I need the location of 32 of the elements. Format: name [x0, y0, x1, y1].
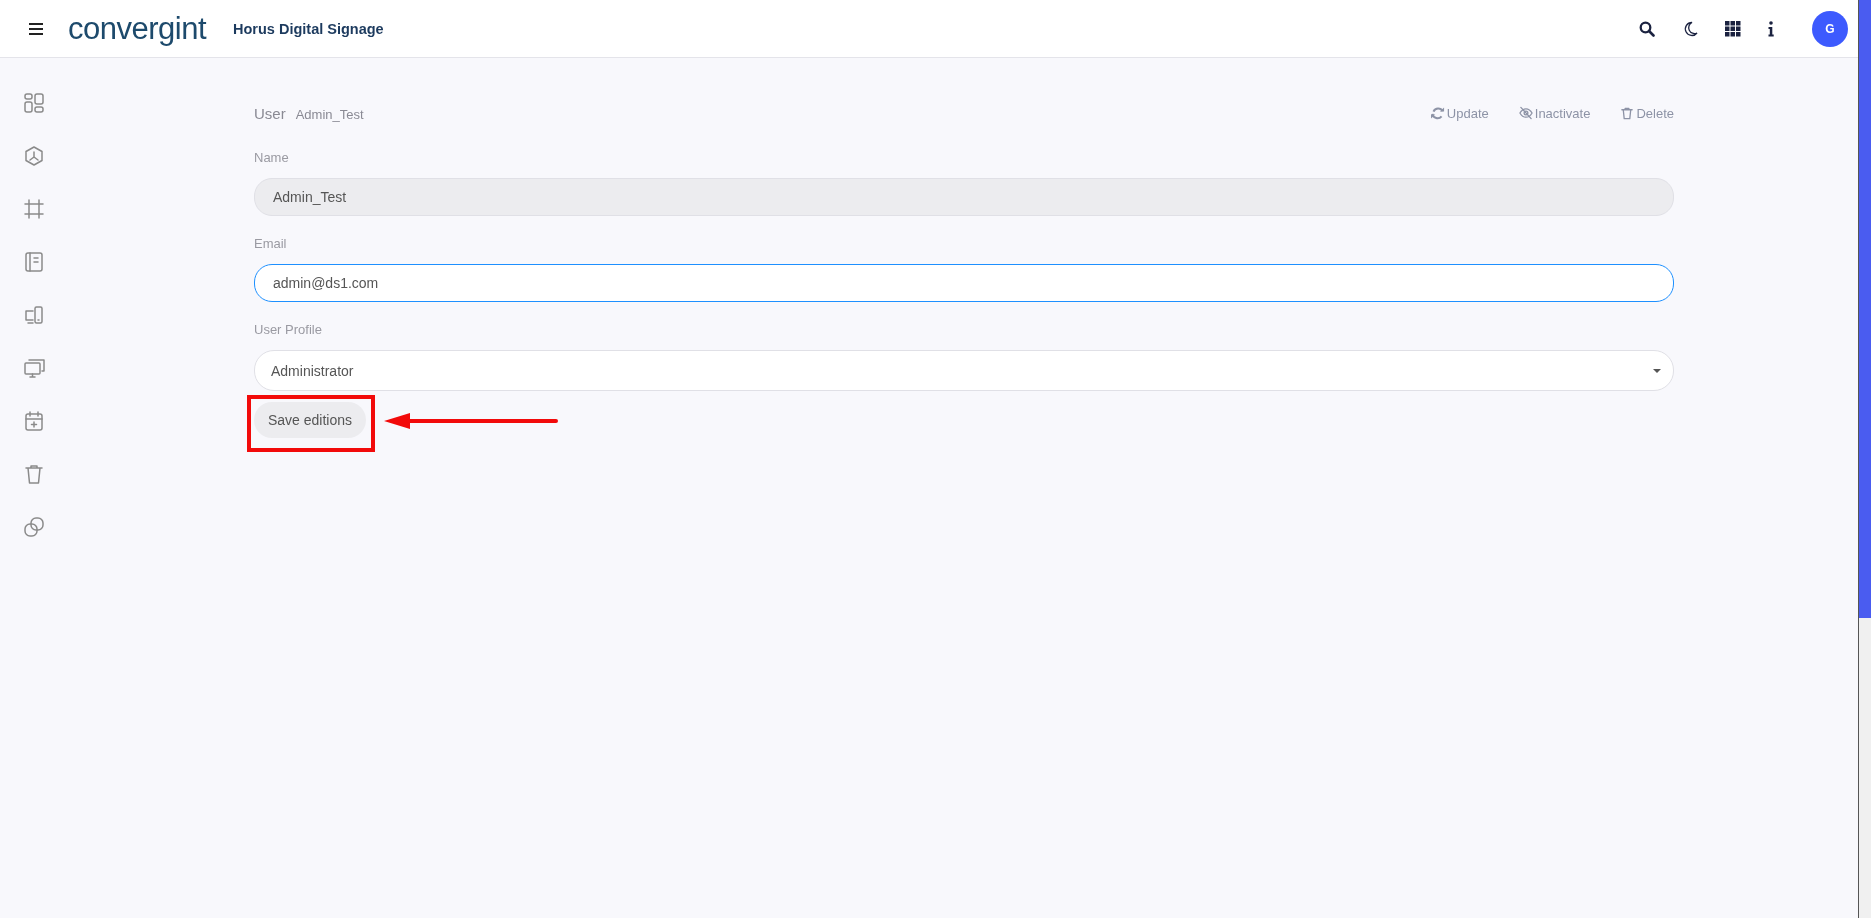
app-title: Horus Digital Signage [233, 20, 384, 37]
eye-slash-icon [1518, 106, 1533, 120]
scrollbar[interactable] [1858, 0, 1871, 918]
devices-icon[interactable] [23, 304, 45, 326]
scrollbar-thumb[interactable] [1859, 0, 1871, 618]
apps-grid-icon[interactable] [1725, 20, 1741, 37]
logo[interactable]: convergint [68, 13, 207, 44]
notebook-icon[interactable] [23, 251, 45, 273]
save-button[interactable]: Save editions [254, 402, 367, 438]
profile-dropdown[interactable]: Administrator [254, 350, 1674, 391]
email-field[interactable]: admin@ds1.com [254, 264, 1674, 302]
search-icon[interactable] [1639, 20, 1655, 37]
field-label: Name [254, 150, 290, 165]
trash-icon[interactable] [23, 463, 45, 485]
info-icon[interactable] [1768, 20, 1774, 37]
hexagon-icon[interactable] [23, 145, 45, 167]
field-label: User Profile [254, 322, 323, 337]
copy-icon[interactable] [23, 516, 45, 538]
user-avatar[interactable]: G [1812, 10, 1848, 47]
moon-icon[interactable] [1682, 20, 1698, 37]
refresh-icon [1430, 106, 1445, 120]
menu-icon[interactable] [29, 22, 43, 35]
caret-icon [1653, 368, 1661, 373]
dashboard-icon[interactable] [23, 92, 45, 114]
page-title: User [254, 104, 286, 122]
field-label: Email [254, 236, 288, 251]
name-field[interactable]: Admin_Test [254, 178, 1674, 216]
trash-icon [1620, 106, 1635, 120]
monitors-icon[interactable] [23, 357, 45, 379]
frame-icon[interactable] [23, 198, 45, 220]
calendar-add-icon[interactable] [23, 410, 45, 432]
page-subtitle: Admin_Test [295, 106, 364, 122]
